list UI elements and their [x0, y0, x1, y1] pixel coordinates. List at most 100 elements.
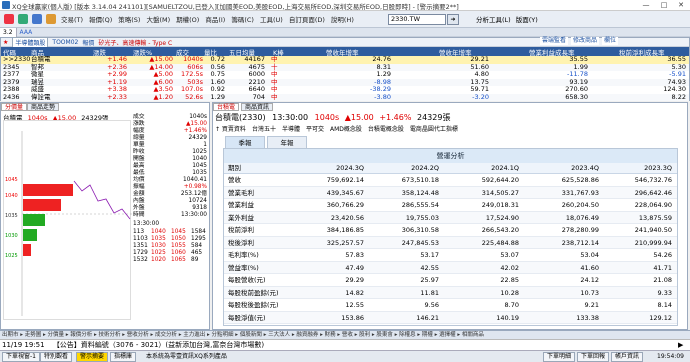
watchlist-name[interactable]: 矽光子、高速傳輸 - Type C — [98, 38, 172, 47]
page-tab-row — [0, 28, 690, 37]
quote-label: 最低 — [133, 170, 145, 176]
table-header: 期別 2024.3Q 2024.2Q 2024.1Q 2023.4Q 2023.… — [224, 163, 677, 174]
table-cell: 18,076.49 — [565, 213, 599, 222]
edit-products-button[interactable]: 修改商品 — [571, 37, 600, 45]
table-cell: 759,692.14 — [326, 176, 364, 184]
tab-stock[interactable]: 台積電 — [213, 103, 240, 111]
concept-link[interactable]: 台積電概念股 — [368, 124, 404, 133]
quote-field: 昨收 1025 — [133, 149, 209, 156]
table-cell: 21.08 — [653, 276, 672, 284]
quote-field: 金額 253.12億 — [133, 191, 209, 198]
table-cell: 296,642.46 — [634, 188, 672, 197]
quote-label: 振幅 — [133, 184, 145, 190]
maximize-button[interactable]: □ — [656, 0, 672, 10]
table-cell: 8.14 — [657, 301, 672, 309]
home-icon[interactable] — [4, 14, 14, 24]
menu-chips[interactable]: 籌碼(C) — [231, 14, 254, 24]
watchlist-row[interactable]: 2436 偉詮電 +2.33 ▲1.20 52.6s 1.29 704 中 -3.80 -3.20… — [1, 92, 689, 101]
table-cell: 228,064.90 — [634, 201, 672, 209]
alert-icon[interactable] — [46, 14, 56, 24]
order-window-button[interactable]: 下單視窗-1 — [2, 352, 40, 362]
concept-link[interactable]: 半導體 — [282, 124, 300, 133]
table-cell: 225,484.88 — [481, 238, 519, 247]
quote-label: 單量 — [133, 142, 145, 148]
minimize-button[interactable]: — — [638, 0, 654, 10]
close-button[interactable]: ✕ — [673, 0, 689, 10]
table-cell: 439,345.67 — [326, 188, 364, 197]
chart-icon[interactable] — [18, 14, 28, 24]
table-cell: 241,940.50 — [634, 226, 672, 234]
table-cell: 358,124.48 — [401, 188, 439, 197]
table-cell: 53.07 — [500, 251, 519, 259]
cell-k: 中 — [271, 92, 278, 101]
table-cell: 673,510.18 — [401, 176, 439, 184]
book-cell: 465 — [191, 250, 203, 256]
menu-quote[interactable]: 報價(Q) — [89, 14, 112, 24]
book-cell: 1295 — [191, 236, 206, 242]
menu-market[interactable]: 大盤(M) — [146, 14, 170, 24]
order-report-button[interactable]: 下單回報 — [577, 352, 610, 362]
table-cell: 360,766.29 — [326, 201, 364, 209]
menu-options[interactable]: 期權(O) — [176, 14, 199, 24]
menu-tools[interactable]: 工具(U) — [260, 14, 283, 24]
row-label: 每股稅後盈餘(元) — [228, 301, 279, 309]
cell-code: 2436 — [3, 92, 20, 101]
tab-product-info[interactable]: 商品資訊 — [241, 103, 274, 111]
watch-button[interactable]: 特別觀看 — [40, 352, 73, 362]
quote-icon[interactable] — [32, 14, 42, 24]
quote-label: 時間 — [133, 212, 145, 218]
table-row: 每股稅後盈餘(元) 12.55 9.56 8.70 9.21 8.14 — [224, 299, 677, 312]
tab-trend[interactable]: 商品走勢 — [27, 103, 60, 111]
book-cell: 89 — [191, 257, 199, 263]
quote-label: 開盤 — [133, 156, 145, 162]
quote-label: 昨收 — [133, 149, 145, 155]
book-cell: 1030 — [151, 243, 166, 249]
function-tabs[interactable]: 出期市 ▸ 走勢圖 ▸ 分價量 ▸ 報價分析 ▸ 技術分析 ▸ 營收分析 ▸ 成… — [0, 330, 690, 339]
row-label: 營收 — [228, 176, 241, 184]
row-label: 每股稅前盈餘(元) — [228, 288, 279, 297]
menu-help[interactable]: 說明(H) — [331, 14, 354, 24]
table-cell: 11.81 — [420, 288, 439, 297]
price-volume-chart[interactable]: 1045 1040 1035 1030 1025 — [3, 120, 132, 320]
order-detail-button[interactable]: 下單明細 — [543, 352, 576, 362]
menu-layout[interactable]: 版面(Y) — [516, 14, 538, 24]
menu-strategy[interactable]: 策略(S) — [118, 14, 140, 24]
concept-link[interactable]: AMD概念股 — [330, 124, 362, 133]
group-tab[interactable]: 報價 — [82, 38, 94, 47]
tab-quarterly[interactable]: 季報 — [225, 136, 265, 148]
columns-button[interactable]: 欄位 — [602, 37, 619, 45]
go-button[interactable]: ➜ — [447, 14, 459, 25]
table-row: 營收 759,692.14 673,510.18 592,644.20 625,528.… — [224, 174, 677, 187]
menu-analysis-tools[interactable]: 分析工具(L) — [476, 14, 511, 24]
account-info-button[interactable]: 帳戶資訊 — [611, 352, 644, 362]
mini-tabs: 分價量 商品走勢 — [1, 103, 60, 111]
group-tab[interactable]: 半導體類股 — [12, 36, 49, 48]
menu-bar: 交易(T) 報價(Q) 策略(S) 大盤(M) 期權(O) 商品(I) 籌碼(C… — [0, 11, 690, 28]
concept-link[interactable]: 台灣五十 — [252, 124, 276, 133]
row-label: 業外利益 — [228, 213, 254, 222]
concept-link[interactable]: ↑ 買賣資料 — [215, 124, 246, 133]
alert-summary-button[interactable]: 警示摘要 — [76, 352, 109, 362]
concept-link[interactable]: 電商晶圓代工指標 — [410, 124, 458, 133]
menu-custom-page[interactable]: 自訂頁面(D) — [289, 14, 325, 24]
favorite-icon[interactable]: ★ — [3, 39, 8, 46]
quote-field: 單量 1 — [133, 142, 209, 149]
table-cell: 9.21 — [584, 301, 599, 309]
table-cell: 42.02 — [500, 263, 519, 272]
quote-value: +1.46% — [183, 128, 207, 134]
cloud-monitor-button[interactable]: 雲端監看 — [540, 37, 569, 45]
report-tabs: 季報 年報 — [225, 136, 307, 148]
book-cell: 1065 — [171, 257, 186, 263]
ticker-text[interactable]: 【公告】資料編號（3076 - 3021）(益新添加台灣,富奈台灣市場數) — [53, 341, 264, 349]
menu-product[interactable]: 商品(I) — [205, 14, 225, 24]
watchlist-panel: ★ 半導體類股 TOOM02 報價 矽光子、高速傳輸 - Type C 代碼 商… — [0, 36, 690, 101]
menu-trade[interactable]: 交易(T) — [61, 14, 83, 24]
indicator-library-button[interactable]: 指標庫 — [110, 352, 137, 362]
tab-price-volume[interactable]: 分價量 — [1, 103, 28, 111]
quote-value: 10724 — [188, 198, 207, 204]
concept-link[interactable]: 平可交 — [306, 124, 324, 133]
group-tab[interactable]: TOOM02 — [52, 39, 78, 46]
table-cell: 25.97 — [420, 276, 439, 284]
tab-annual[interactable]: 年報 — [267, 136, 307, 148]
symbol-input[interactable]: 2330.TW — [388, 14, 446, 25]
